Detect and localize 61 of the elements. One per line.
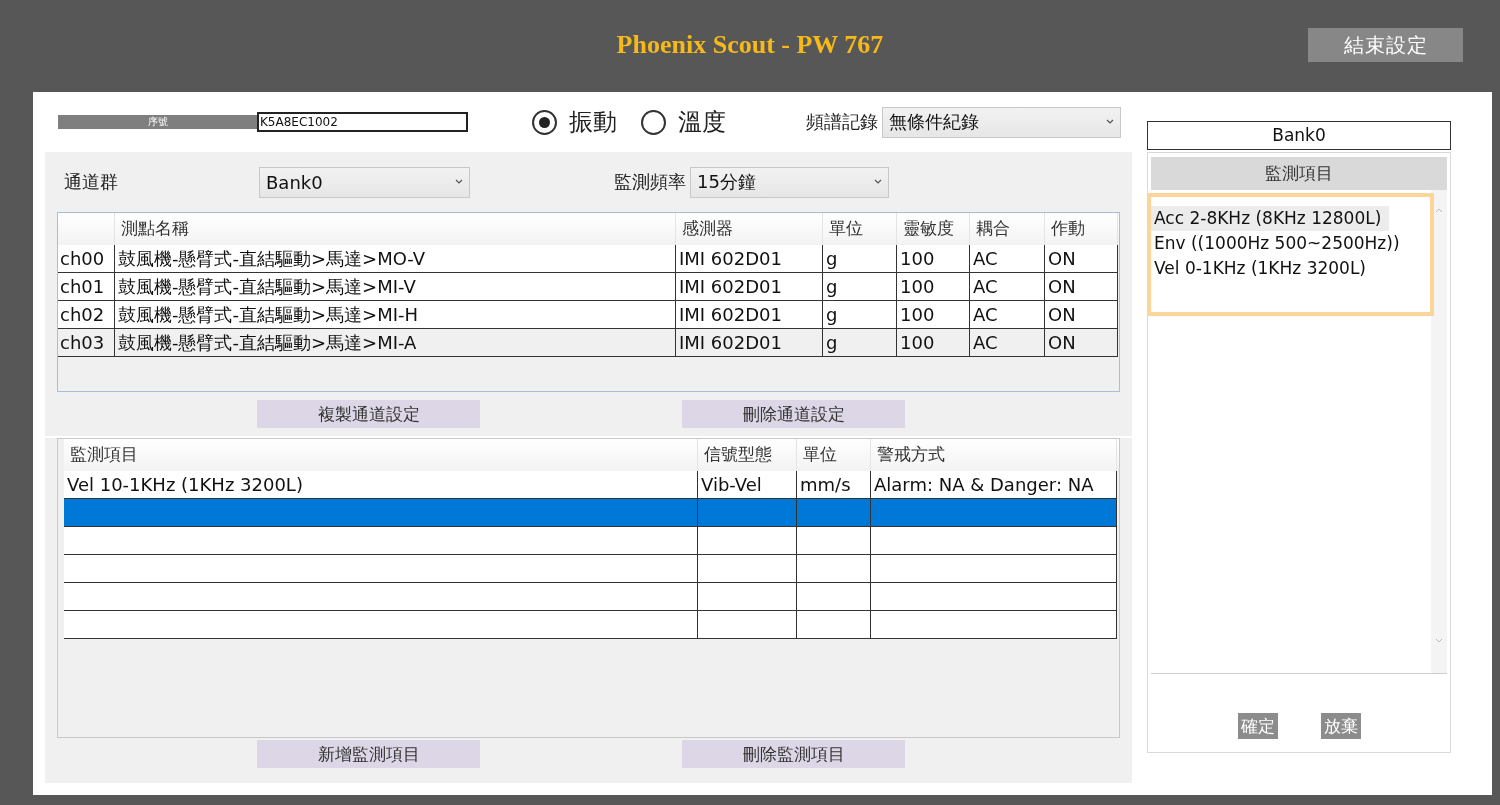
table-cell: AC (970, 245, 1045, 273)
table-cell: g (823, 301, 897, 329)
radio-option[interactable]: 振動 (532, 106, 617, 138)
monitor-frequency-label: 監測頻率 (614, 170, 686, 194)
table-cell: g (823, 329, 897, 357)
table-cell: 鼓風機-懸臂式-直結驅動>馬達>MI-H (115, 301, 676, 329)
table-cell: AC (970, 301, 1045, 329)
table-cell: 100 (897, 245, 970, 273)
table-cell: 鼓風機-懸臂式-直結驅動>馬達>MO-V (115, 245, 676, 273)
table-cell: IMI 602D01 (676, 329, 823, 357)
table-cell: 100 (897, 273, 970, 301)
table-cell: IMI 602D01 (676, 245, 823, 273)
table-cell: ON (1045, 301, 1118, 329)
table-cell: Vib-Vel (698, 471, 797, 499)
list-item[interactable]: Vel 0-1KHz (1KHz 3200L) (1151, 256, 1374, 281)
table-cell: AC (970, 329, 1045, 357)
table-cell: AC (970, 273, 1045, 301)
add-item-button[interactable]: 新增監測項目 (257, 740, 480, 768)
table-cell: g (823, 273, 897, 301)
radio-icon[interactable] (532, 109, 557, 135)
caret-icon (1106, 119, 1114, 125)
list-item[interactable]: Acc 2-8KHz (8KHz 12800L) (1151, 206, 1390, 231)
table-cell: Alarm: NA & Danger: NA (871, 471, 1117, 499)
scroll-up-icon[interactable] (1435, 208, 1443, 213)
serial-label: 序號 (58, 115, 257, 129)
channel-cell[interactable]: ch03 (58, 329, 115, 357)
spectrum-record-dropdown[interactable]: 無條件紀錄 (882, 106, 1121, 138)
table-cell: 100 (897, 301, 970, 329)
table-cell: ON (1045, 273, 1118, 301)
caret-icon (874, 179, 882, 185)
table-cell: 鼓風機-懸臂式-直結驅動>馬達>MI-A (115, 329, 676, 357)
table-cell: 鼓風機-懸臂式-直結驅動>馬達>MI-V (115, 273, 676, 301)
table-cell: ON (1045, 245, 1118, 273)
table-cell: mm/s (797, 471, 871, 499)
table-cell: IMI 602D01 (676, 301, 823, 329)
copy-channel-button[interactable]: 複製通道設定 (257, 400, 480, 428)
end-settings-button[interactable]: 結束設定 (1308, 28, 1463, 62)
app-title: Phoenix Scout - PW 767 (616, 30, 884, 60)
list-item[interactable]: Env ((1000Hz 500~2500Hz)) (1151, 231, 1408, 256)
table-cell: g (823, 245, 897, 273)
bank-field: Bank0 (1147, 121, 1451, 150)
monitor-frequency-dropdown[interactable]: 15分鐘 (690, 166, 889, 198)
scroll-down-icon[interactable] (1435, 638, 1443, 643)
channel-cell[interactable]: ch02 (58, 301, 115, 329)
channel-group-label: 通道群 (63, 170, 119, 194)
spectrum-record-label: 頻譜記錄 (806, 110, 878, 134)
delete-item-button[interactable]: 刪除監測項目 (682, 740, 905, 768)
scrollbar[interactable] (1431, 190, 1447, 673)
table-cell: Vel 10-1KHz (1KHz 3200L) (64, 471, 698, 499)
list-header: 監測項目 (1151, 157, 1447, 190)
channel-cell[interactable]: ch00 (58, 245, 115, 273)
serial-field[interactable]: K5A8EC1002 (257, 112, 468, 132)
radio-option[interactable]: 溫度 (641, 106, 726, 138)
table-cell: IMI 602D01 (676, 273, 823, 301)
channel-group-dropdown[interactable]: Bank0 (259, 166, 470, 198)
radio-icon[interactable] (641, 109, 666, 135)
channel-cell[interactable]: ch01 (58, 273, 115, 301)
table-cell: 100 (897, 329, 970, 357)
caret-icon (455, 179, 463, 185)
table-cell: ON (1045, 329, 1118, 357)
delete-channel-button[interactable]: 刪除通道設定 (682, 400, 905, 428)
